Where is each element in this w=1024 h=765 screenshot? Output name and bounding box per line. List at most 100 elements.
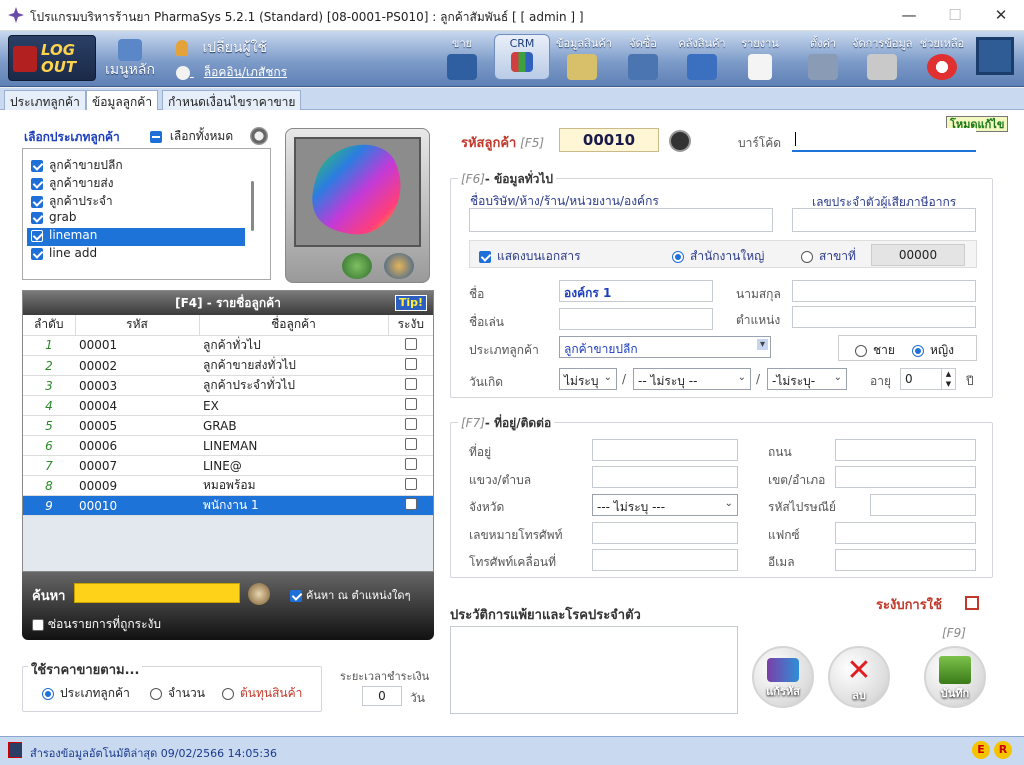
first-name-input[interactable]: องค์กร 1	[559, 280, 713, 302]
branch-radio[interactable]: สาขาที่	[801, 247, 856, 266]
toolbar-product-button[interactable]: ข้อมูลสินค้า	[556, 31, 612, 87]
allergy-textarea[interactable]	[450, 626, 738, 714]
delete-button[interactable]: ✕ ลบ	[828, 646, 890, 708]
cust-type-select[interactable]: ลูกค้าขายปลีก ▾	[559, 336, 771, 358]
fax-input[interactable]	[835, 522, 976, 544]
suspend-checkbox[interactable]	[404, 398, 417, 410]
suspend-checkbox[interactable]	[404, 438, 417, 450]
save-button[interactable]: บันทึก	[924, 646, 986, 708]
tip-badge[interactable]: Tip!	[394, 295, 427, 311]
search-input[interactable]	[74, 583, 240, 603]
mobile-input[interactable]	[592, 549, 738, 571]
male-dot[interactable]	[855, 344, 867, 357]
type-item[interactable]: line add	[31, 246, 246, 264]
subdistrict-input[interactable]	[592, 466, 738, 488]
hide-suspended-check[interactable]	[32, 618, 44, 631]
suspend-checkbox[interactable]	[404, 498, 417, 510]
suspend-checkbox[interactable]	[404, 337, 417, 350]
window-mode-button[interactable]	[976, 37, 1014, 75]
search-icon[interactable]	[248, 583, 270, 605]
select-all-checkbox[interactable]: เลือกทั้งหมด	[150, 127, 233, 146]
search-anywhere-check[interactable]	[290, 590, 302, 602]
district-input[interactable]	[835, 466, 976, 488]
type-checkbox[interactable]	[31, 195, 43, 208]
logout-button[interactable]: LOG OUT	[8, 35, 96, 81]
hide-suspended-checkbox[interactable]: ซ่อนรายการที่ถูกระงับ	[32, 615, 161, 634]
taxid-input[interactable]	[792, 208, 976, 232]
customer-row[interactable]: 3 00003 ลูกค้าประจำทั่วไป	[23, 375, 433, 396]
search-anywhere-checkbox[interactable]: ค้นหา ณ ตำแหน่งใดๆ	[290, 586, 410, 604]
type-item[interactable]: ลูกค้าขายปลีก	[31, 156, 246, 174]
maximize-button[interactable]: ☐	[932, 0, 978, 31]
switch-user-button[interactable]: เปลี่ยนผู้ใช้	[176, 37, 296, 57]
customer-row[interactable]: 5 00005 GRAB	[23, 415, 433, 436]
toolbar-inventory-button[interactable]: คลังสินค้า	[674, 31, 730, 87]
tab-customer-info[interactable]: ข้อมูลลูกค้า	[86, 90, 159, 111]
bday-year-select[interactable]: -ไม่ระบุ- ⌄	[767, 368, 847, 390]
tab-customer-type[interactable]: ประเภทลูกค้า	[4, 90, 86, 110]
show-on-doc-checkbox[interactable]: แสดงบนเอกสาร	[479, 247, 581, 266]
suspend-checkbox[interactable]	[404, 358, 417, 370]
price-by-quantity[interactable]: จำนวน	[150, 684, 205, 703]
email-input[interactable]	[835, 549, 976, 571]
toolbar-data-button[interactable]: จัดการข้อมูล	[852, 31, 912, 87]
customer-row[interactable]: 9 00010 พนักงาน 1	[23, 495, 433, 516]
bday-day-select[interactable]: ไม่ระบุ ⌄	[559, 368, 617, 390]
road-input[interactable]	[835, 439, 976, 461]
suspend-checkbox[interactable]	[404, 418, 417, 430]
address-input[interactable]	[592, 439, 738, 461]
type-checkbox[interactable]	[31, 247, 43, 260]
branch-no-field[interactable]: 00000	[871, 244, 965, 266]
spinner-icon[interactable]: ▲ ▼	[941, 369, 955, 389]
toolbar-purchase-button[interactable]: จัดซื้อ	[620, 31, 666, 87]
photo-upload-button[interactable]	[384, 253, 414, 279]
login-staff-link[interactable]: ล็อคอิน/เภสัชกร	[176, 63, 296, 83]
customer-code-field[interactable]: 00010	[559, 128, 659, 152]
female-dot[interactable]	[912, 344, 924, 357]
price-radio[interactable]	[42, 687, 54, 700]
position-input[interactable]	[792, 306, 976, 328]
last-name-input[interactable]	[792, 280, 976, 302]
price-radio[interactable]	[150, 687, 162, 700]
e-icon[interactable]: E	[972, 741, 990, 759]
type-item[interactable]: ลูกค้าประจำ	[31, 192, 246, 210]
list-scrollbar[interactable]	[251, 181, 254, 231]
customer-row[interactable]: 7 00007 LINE@	[23, 455, 433, 476]
toolbar-report-button[interactable]: รายงาน	[736, 31, 784, 87]
phone-input[interactable]	[592, 522, 738, 544]
suspend-checkbox[interactable]	[404, 478, 417, 490]
minimize-button[interactable]: —	[886, 0, 932, 31]
toolbar-settings-button[interactable]: ตั้งค่า	[800, 31, 846, 87]
female-radio[interactable]: หญิง	[912, 341, 954, 360]
customer-row[interactable]: 2 00002 ลูกค้าขายส่งทั่วไป	[23, 355, 433, 376]
photo-landscape-button[interactable]	[342, 253, 372, 279]
type-checkbox[interactable]	[31, 229, 43, 242]
suspend-checkbox[interactable]	[404, 378, 417, 390]
customer-row[interactable]: 4 00004 EX	[23, 395, 433, 416]
type-checkbox[interactable]	[31, 159, 43, 172]
toolbar-help-button[interactable]: ช่วยเหลือ	[916, 31, 968, 87]
home-button[interactable]: เมนูหลัก	[100, 31, 160, 87]
head-office-radio[interactable]: สำนักงานใหญ่	[672, 247, 764, 266]
show-on-doc-check[interactable]	[479, 250, 491, 263]
branch-dot[interactable]	[801, 250, 813, 263]
type-checkbox[interactable]	[31, 177, 43, 190]
type-item[interactable]: lineman	[27, 228, 245, 246]
payment-days-input[interactable]: 0	[362, 686, 402, 706]
province-select[interactable]: --- ไม่ระบุ --- ⌄	[592, 494, 738, 516]
nickname-input[interactable]	[559, 308, 713, 330]
r-icon[interactable]: R	[994, 741, 1012, 759]
price-by-customer-type[interactable]: ประเภทลูกค้า	[42, 684, 130, 703]
suspend-checkbox[interactable]	[965, 596, 979, 610]
price-radio[interactable]	[222, 687, 234, 700]
edit-code-button[interactable]: แก้รหัส	[752, 646, 814, 708]
head-office-dot[interactable]	[672, 250, 684, 263]
suspend-checkbox[interactable]	[404, 458, 417, 470]
type-item[interactable]: grab	[31, 210, 246, 228]
toolbar-crm-button[interactable]: CRM	[494, 34, 550, 80]
customer-row[interactable]: 1 00001 ลูกค้าทั่วไป	[23, 335, 433, 356]
tab-price-conditions[interactable]: กำหนดเงื่อนไขราคาขาย	[162, 90, 302, 110]
toolbar-sell-button[interactable]: ขาย	[442, 31, 482, 87]
customer-row[interactable]: 8 00009 หมอพร้อม	[23, 475, 433, 496]
type-item[interactable]: ลูกค้าขายส่ง	[31, 174, 246, 192]
